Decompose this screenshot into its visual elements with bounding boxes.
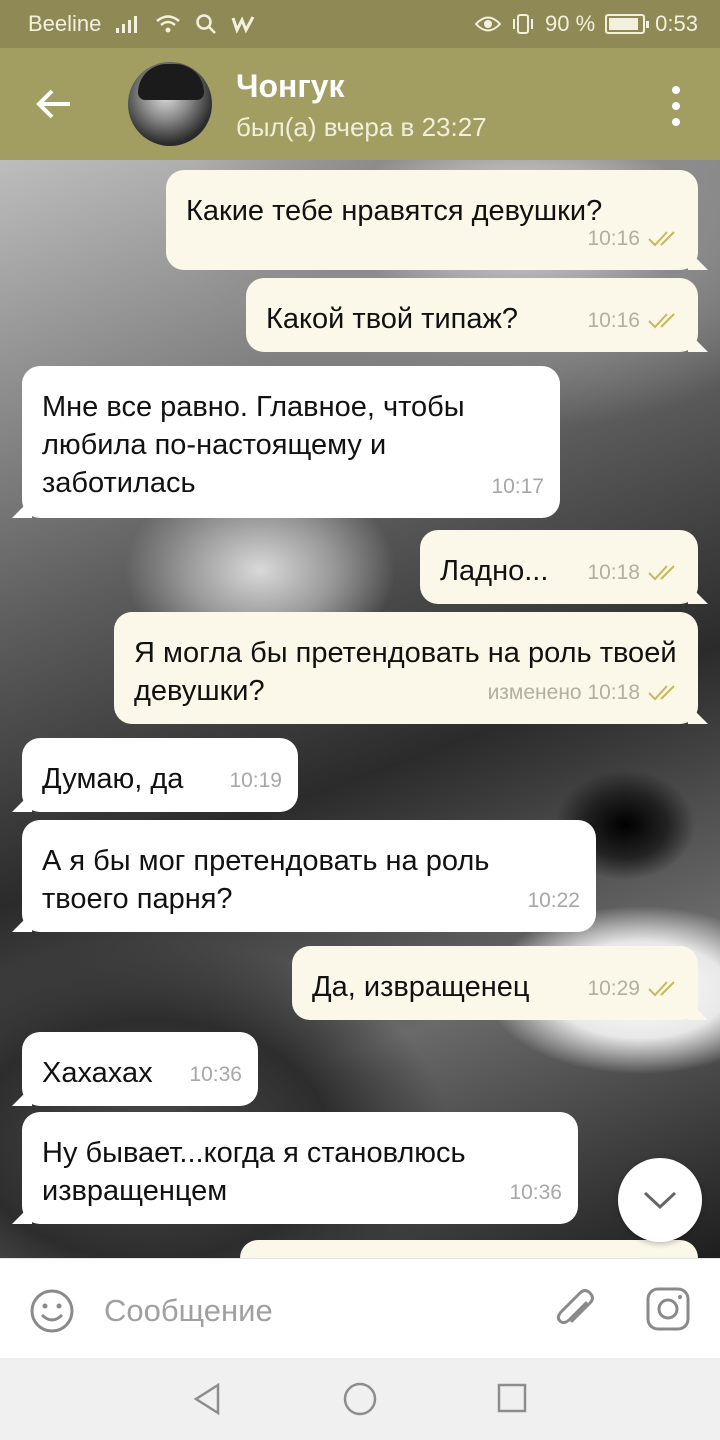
message-bubble-outgoing-partial[interactable] [240, 1240, 698, 1258]
message-composer [0, 1258, 720, 1358]
avatar[interactable] [128, 62, 212, 146]
message-bubble-outgoing[interactable]: Да, извращенец 10:29 [292, 946, 698, 1020]
nav-home-icon[interactable] [342, 1381, 378, 1417]
emoji-icon[interactable] [28, 1287, 76, 1335]
message-text: Мне все равно. Главное, чтобы любила по-… [42, 391, 465, 499]
message-meta: 10:19 [229, 762, 282, 800]
last-seen-status: был(а) вчера в 23:27 [236, 112, 487, 142]
read-ticks-icon [648, 313, 675, 329]
wifi-icon [156, 15, 181, 33]
message-time: 10:19 [229, 769, 282, 792]
message-meta: 10:16 [587, 302, 682, 340]
message-bubble-outgoing[interactable]: Ладно... 10:18 [420, 530, 698, 604]
contact-name[interactable]: Чонгук [236, 68, 345, 105]
camera-icon[interactable] [644, 1285, 692, 1333]
system-nav-bar [0, 1358, 720, 1440]
message-meta: 10:36 [509, 1174, 562, 1212]
back-arrow-icon[interactable] [34, 84, 74, 124]
eye-icon [475, 16, 502, 32]
status-bar: Beeline 90 % 0:53 [0, 0, 720, 48]
message-time: 10:17 [491, 475, 544, 498]
message-time: 10:16 [587, 227, 640, 250]
chat-area[interactable]: Какие тебе нравятся девушки? 10:16 Какой… [0, 160, 720, 1258]
signal-icon [116, 16, 138, 33]
message-time: 10:36 [189, 1063, 242, 1086]
nav-recents-icon[interactable] [496, 1382, 528, 1414]
message-meta: 10:18 [587, 554, 682, 592]
message-time: 10:36 [509, 1181, 562, 1204]
more-options-icon[interactable] [670, 86, 682, 126]
message-bubble-outgoing[interactable]: Я могла бы претендовать на роль твоей де… [114, 612, 698, 724]
read-ticks-icon [648, 685, 675, 701]
carrier-label: Beeline [28, 11, 102, 36]
scroll-down-button[interactable] [618, 1158, 702, 1242]
message-time: 10:18 [587, 561, 640, 584]
search-icon [196, 14, 217, 34]
message-meta: 10:16 [587, 220, 682, 258]
vibrate-icon [513, 14, 534, 34]
clock: 0:53 [655, 11, 698, 36]
message-input[interactable] [104, 1283, 524, 1339]
message-text: А я бы мог претендовать на роль твоего п… [42, 845, 490, 915]
paperclip-icon[interactable] [552, 1285, 600, 1333]
message-meta: 10:36 [189, 1056, 242, 1094]
message-bubble-outgoing[interactable]: Какой твой типаж? 10:16 [246, 278, 698, 352]
chat-header: Чонгук был(а) вчера в 23:27 [0, 48, 720, 160]
read-ticks-icon [648, 981, 675, 997]
message-text: Ну бывает...когда я становлюсь извращенц… [42, 1137, 466, 1207]
message-time: 10:16 [587, 309, 640, 332]
message-time: 10:29 [587, 977, 640, 1000]
message-meta: 10:22 [527, 882, 580, 920]
app-icon [231, 16, 255, 34]
message-bubble-incoming[interactable]: А я бы мог претендовать на роль твоего п… [22, 820, 596, 932]
battery-icon [605, 14, 650, 34]
message-time: изменено 10:18 [487, 681, 640, 704]
message-bubble-incoming[interactable]: Хахахах 10:36 [22, 1032, 258, 1106]
read-ticks-icon [648, 231, 675, 247]
read-ticks-icon [648, 565, 675, 581]
message-meta: изменено 10:18 [488, 674, 682, 712]
message-bubble-incoming[interactable]: Ну бывает...когда я становлюсь извращенц… [22, 1112, 578, 1224]
battery-percent: 90 % [545, 11, 596, 36]
nav-back-icon[interactable] [190, 1382, 224, 1416]
message-bubble-incoming[interactable]: Думаю, да 10:19 [22, 738, 298, 812]
message-bubble-outgoing[interactable]: Какие тебе нравятся девушки? 10:16 [166, 170, 698, 270]
message-time: 10:22 [527, 889, 580, 912]
message-bubble-incoming[interactable]: Мне все равно. Главное, чтобы любила по-… [22, 366, 560, 518]
message-meta: 10:17 [491, 468, 544, 506]
chevron-down-icon [643, 1191, 677, 1210]
message-meta: 10:29 [587, 970, 682, 1008]
